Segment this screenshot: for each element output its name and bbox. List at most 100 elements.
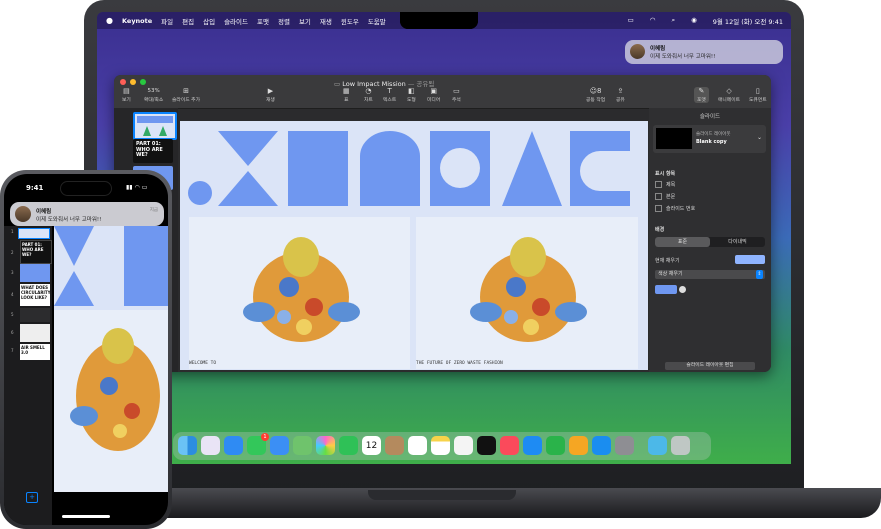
menu-slide[interactable]: 슬라이드 bbox=[224, 16, 248, 26]
close-button[interactable] bbox=[120, 79, 126, 85]
chart-button[interactable]: ◔ 차트 bbox=[364, 87, 373, 103]
shape-button[interactable]: ◧ 도형 bbox=[407, 87, 416, 103]
menu-datetime[interactable]: 9월 12일 (화) 오전 9:41 bbox=[713, 16, 783, 26]
checkbox-title[interactable]: 제목 bbox=[655, 181, 675, 188]
notes-icon[interactable] bbox=[431, 436, 450, 455]
slide-thumbnail-2[interactable]: PART 01: WHO ARE WE? bbox=[133, 139, 173, 163]
system-settings-icon[interactable] bbox=[615, 436, 634, 455]
checkbox-icon bbox=[655, 205, 662, 212]
menu-format[interactable]: 포맷 bbox=[257, 16, 269, 26]
notification-message: 이제 도와줘서 너무 고마워!! bbox=[36, 217, 102, 223]
safari-icon[interactable] bbox=[224, 436, 243, 455]
menu-help[interactable]: 도움말 bbox=[368, 16, 386, 26]
share-button[interactable]: ⇪ 공유 bbox=[616, 87, 625, 103]
add-slide-icon[interactable]: + bbox=[26, 492, 38, 503]
view-button[interactable]: ▤ 보기 bbox=[122, 87, 131, 103]
fill-type-select[interactable]: 색상 채우기 ⇕ bbox=[655, 270, 765, 279]
photos-icon[interactable] bbox=[316, 436, 335, 455]
iphone-slide-navigator: 1 PART 01: WHO ARE WE? 2 3 WHAT DOES CIR… bbox=[4, 226, 52, 525]
collaborate-button[interactable]: ☺8 공동 작업 bbox=[586, 87, 605, 103]
slide-canvas[interactable]: WELCOME TO THE FUTURE OF ZERO WASTE FASH… bbox=[180, 121, 648, 370]
reminders-icon[interactable] bbox=[408, 436, 427, 455]
messages-badge: 1 bbox=[261, 433, 269, 441]
finder-icon[interactable] bbox=[178, 436, 197, 455]
iphone-thumbnail-5[interactable] bbox=[20, 308, 50, 322]
control-center-icon[interactable]: ◉ bbox=[691, 16, 697, 26]
media-button[interactable]: ▣ 미디어 bbox=[427, 87, 440, 103]
message-notification[interactable]: 이혜림 이제 도와줘서 너무 고마워!! bbox=[625, 40, 783, 64]
text-icon: T bbox=[387, 87, 392, 95]
iphone-thumbnail-4[interactable]: WHAT DOES CIRCULARITY LOOK LIKE? bbox=[20, 284, 51, 306]
menu-window[interactable]: 윈도우 bbox=[341, 16, 359, 26]
macbook-camera-notch bbox=[400, 12, 478, 29]
table-button[interactable]: ▦ 표 bbox=[343, 87, 350, 103]
iphone-notification[interactable]: 이혜림 이제 도와줘서 너무 고마워!! 지금 bbox=[10, 202, 164, 226]
keynote-icon[interactable] bbox=[523, 436, 542, 455]
downloads-folder-icon[interactable] bbox=[648, 436, 667, 455]
minimize-button[interactable] bbox=[130, 79, 136, 85]
collaborate-count: 8 bbox=[597, 87, 602, 95]
slide-image-right[interactable]: THE FUTURE OF ZERO WASTE FASHION bbox=[416, 217, 638, 369]
launchpad-icon[interactable] bbox=[201, 436, 220, 455]
inspector-tab-slide[interactable]: 슬라이드 bbox=[649, 112, 771, 120]
segment-standard[interactable]: 표준 bbox=[655, 237, 710, 247]
iphone-thumbnail-2[interactable]: PART 01: WHO ARE WE? bbox=[20, 240, 52, 264]
iphone-thumbnail-1[interactable] bbox=[18, 228, 50, 239]
battery-icon[interactable]: ▭ bbox=[628, 16, 634, 26]
tv-icon[interactable] bbox=[477, 436, 496, 455]
facetime-icon[interactable] bbox=[339, 436, 358, 455]
apple-menu-icon[interactable]: ● bbox=[106, 16, 113, 25]
messages-icon[interactable]: 1 bbox=[247, 433, 269, 455]
contacts-icon[interactable] bbox=[385, 436, 404, 455]
segment-dynamic[interactable]: 다이내믹 bbox=[710, 237, 765, 247]
right-caption: THE FUTURE OF ZERO WASTE FASHION bbox=[416, 361, 503, 366]
menu-edit[interactable]: 편집 bbox=[182, 16, 194, 26]
pages-icon[interactable] bbox=[569, 436, 588, 455]
zoom-menu[interactable]: 53% 확대/축소 bbox=[144, 87, 163, 103]
checkbox-slide-number[interactable]: 슬라이드 번호 bbox=[655, 205, 695, 212]
table-label: 표 bbox=[344, 98, 349, 103]
menu-play[interactable]: 재생 bbox=[320, 16, 332, 26]
document-button[interactable]: ▯ 도큐먼트 bbox=[749, 87, 767, 103]
freeform-icon[interactable] bbox=[454, 436, 473, 455]
iphone-thumbnail-6[interactable] bbox=[20, 324, 50, 342]
macbook-hinge bbox=[368, 490, 516, 500]
home-indicator[interactable] bbox=[62, 515, 110, 518]
music-icon[interactable] bbox=[500, 436, 519, 455]
wifi-icon[interactable]: ◠ bbox=[650, 16, 656, 26]
chart-label: 차트 bbox=[364, 98, 373, 103]
layout-picker[interactable]: 슬라이드 레이아웃 Blank copy ⌄ bbox=[653, 125, 766, 153]
maps-icon[interactable] bbox=[293, 436, 312, 455]
menu-app-name[interactable]: Keynote bbox=[122, 17, 152, 25]
slide-image-left[interactable]: WELCOME TO bbox=[189, 217, 410, 369]
calendar-icon[interactable]: 12 bbox=[362, 436, 381, 455]
color-picker-icon[interactable] bbox=[679, 286, 686, 293]
menu-file[interactable]: 파일 bbox=[161, 16, 173, 26]
checkbox-body[interactable]: 본문 bbox=[655, 193, 675, 200]
search-icon[interactable]: ⌕ bbox=[671, 16, 675, 26]
trash-icon[interactable] bbox=[671, 436, 690, 455]
status-icons: ▮▮ ◠ ▭ bbox=[126, 184, 147, 191]
iphone-thumbnail-3[interactable] bbox=[20, 264, 50, 282]
app-store-icon[interactable] bbox=[592, 436, 611, 455]
menu-view[interactable]: 보기 bbox=[299, 16, 311, 26]
fill-color-swatch[interactable] bbox=[735, 255, 765, 264]
animate-button[interactable]: ◇ 애니메이트 bbox=[718, 87, 740, 103]
mail-icon[interactable] bbox=[270, 436, 289, 455]
play-button[interactable]: ▶ 재생 bbox=[266, 87, 275, 103]
slide-thumbnail-1[interactable] bbox=[133, 112, 177, 140]
comment-button[interactable]: ▭ 주석 bbox=[452, 87, 461, 103]
text-button[interactable]: T 텍스트 bbox=[383, 87, 396, 103]
menu-arrange[interactable]: 정렬 bbox=[278, 16, 290, 26]
edit-layout-button[interactable]: 슬라이드 레이아웃 편집 bbox=[665, 362, 755, 370]
notification-sender: 이혜림 bbox=[36, 209, 52, 215]
zoom-button[interactable] bbox=[140, 79, 146, 85]
add-slide-button[interactable]: ⊞ 슬라이드 추가 bbox=[172, 87, 200, 103]
iphone-slide-canvas[interactable] bbox=[54, 226, 168, 492]
numbers-icon[interactable] bbox=[546, 436, 565, 455]
iphone-thumbnail-7[interactable]: AIR SMELL 3.0 bbox=[20, 344, 50, 360]
format-button[interactable]: ✎ 포맷 bbox=[694, 87, 709, 103]
menu-insert[interactable]: 삽입 bbox=[203, 16, 215, 26]
checkbox-title-label: 제목 bbox=[666, 182, 676, 188]
color-well[interactable] bbox=[655, 285, 677, 294]
